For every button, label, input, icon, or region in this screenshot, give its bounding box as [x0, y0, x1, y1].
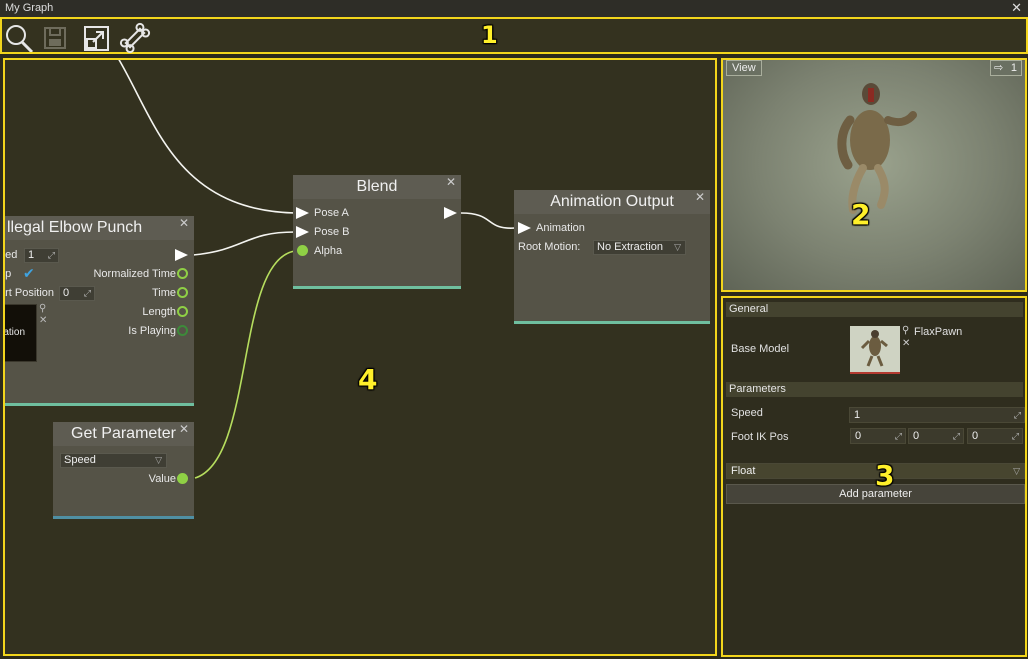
- clear-icon[interactable]: ✕: [902, 338, 910, 349]
- callout-preview: 2: [851, 198, 871, 231]
- parameter-dropdown[interactable]: Speed ▽: [60, 453, 167, 468]
- speed-field[interactable]: 1 ⤢: [24, 248, 59, 263]
- speed-label: eed: [5, 249, 18, 261]
- output-pin-normalized-time[interactable]: [177, 268, 188, 279]
- pin-label: Animation: [536, 222, 585, 234]
- base-model-thumbnail[interactable]: [850, 326, 900, 374]
- window-title: My Graph: [5, 2, 54, 14]
- chevron-down-icon: ▽: [155, 455, 162, 465]
- callout-properties: 3: [875, 459, 895, 492]
- clip-thumbnail[interactable]: ration: [5, 304, 37, 362]
- callout-graph: 4: [358, 363, 378, 396]
- start-position-label: art Position: [3, 287, 55, 299]
- input-pin-pose-b[interactable]: [296, 226, 309, 238]
- pin-label: Alpha: [314, 245, 343, 257]
- pin-label: Normalized Time: [93, 268, 176, 280]
- close-icon[interactable]: ✕: [179, 216, 189, 230]
- input-pin-animation[interactable]: [518, 222, 531, 234]
- close-icon[interactable]: ✕: [1011, 0, 1022, 16]
- preview-viewport[interactable]: View ⇨ 1 2: [721, 58, 1027, 292]
- animation-clip-node[interactable]: llegal Elbow Punch ✕ eed 1⤢ op ✔ art Pos…: [3, 216, 194, 406]
- start-position-field[interactable]: 0 ⤢: [59, 286, 95, 301]
- input-pin-alpha[interactable]: [297, 245, 308, 256]
- window-titlebar: My Graph ✕: [0, 0, 1028, 17]
- expand-icon: ⤢: [83, 288, 91, 298]
- expand-icon: ⤢: [894, 431, 902, 441]
- bone-icon[interactable]: [119, 22, 151, 54]
- base-model-name: FlaxPawn: [914, 326, 963, 338]
- param-label-foot-ik-pos: Foot IK Pos: [731, 431, 789, 443]
- close-icon[interactable]: ✕: [179, 422, 189, 436]
- base-model-label: Base Model: [731, 343, 790, 355]
- node-title: Get Parameter: [53, 422, 194, 446]
- output-pin[interactable]: [444, 207, 457, 219]
- search-icon[interactable]: [4, 22, 34, 54]
- pin-label: Length: [142, 306, 176, 318]
- expand-icon: ⤢: [1011, 431, 1019, 441]
- close-icon[interactable]: ✕: [446, 175, 456, 189]
- pin-label: Pose B: [314, 226, 350, 238]
- param-foot-ik-y[interactable]: 0 ⤢: [908, 428, 964, 444]
- general-section-header[interactable]: General: [726, 302, 1023, 317]
- chevron-down-icon: ▽: [1013, 466, 1020, 476]
- output-pin[interactable]: [175, 249, 188, 261]
- parameters-section-header[interactable]: Parameters: [726, 382, 1023, 397]
- character-model: [837, 83, 917, 214]
- blend-node[interactable]: Blend ✕ Pose A Pose B Alpha: [293, 175, 461, 289]
- root-motion-label: Root Motion:: [518, 241, 581, 253]
- expand-icon: ⤢: [47, 250, 55, 260]
- loop-checkbox[interactable]: ✔: [23, 265, 35, 282]
- pin-label: Time: [151, 287, 176, 299]
- node-title: llegal Elbow Punch: [5, 216, 194, 240]
- pin-label: Value: [148, 473, 176, 485]
- close-icon[interactable]: ✕: [695, 190, 705, 204]
- output-pin-value[interactable]: [177, 473, 188, 484]
- pin-label: Is Playing: [128, 325, 176, 337]
- param-label-speed: Speed: [731, 407, 763, 419]
- pin-label: Pose A: [314, 207, 349, 219]
- loop-label: op: [5, 268, 12, 280]
- expand-icon: ⤢: [952, 431, 960, 441]
- callout-toolbar: 1: [481, 21, 498, 49]
- animation-output-node[interactable]: Animation Output ✕ Animation Root Motion…: [514, 190, 710, 324]
- param-speed-field[interactable]: 1 ⤢: [849, 407, 1025, 423]
- input-pin-pose-a[interactable]: [296, 207, 309, 219]
- output-pin-is-playing[interactable]: [177, 325, 188, 336]
- import-icon[interactable]: [82, 22, 112, 51]
- search-icon[interactable]: ⚲: [902, 325, 909, 336]
- graph-canvas[interactable]: Blend ✕ Pose A Pose B Alpha Animation Ou…: [3, 58, 717, 656]
- output-pin-time[interactable]: [177, 287, 188, 298]
- output-pin-length[interactable]: [177, 306, 188, 317]
- root-motion-dropdown[interactable]: No Extraction ▽: [593, 240, 686, 255]
- toolbar: [0, 17, 1028, 54]
- get-parameter-node[interactable]: Get Parameter ✕ Speed ▽ Value: [53, 422, 194, 519]
- node-title: Animation Output: [514, 190, 710, 214]
- clear-icon[interactable]: ✕: [39, 315, 47, 326]
- chevron-down-icon: ▽: [674, 242, 681, 252]
- param-foot-ik-x[interactable]: 0 ⤢: [850, 428, 906, 444]
- properties-panel: General Base Model ⚲ ✕ FlaxPawn Paramete…: [721, 296, 1027, 657]
- save-icon[interactable]: [42, 22, 72, 50]
- expand-icon: ⤢: [1013, 410, 1021, 420]
- search-icon[interactable]: ⚲: [39, 303, 46, 314]
- param-foot-ik-z[interactable]: 0 ⤢: [967, 428, 1023, 444]
- node-title: Blend: [293, 175, 461, 199]
